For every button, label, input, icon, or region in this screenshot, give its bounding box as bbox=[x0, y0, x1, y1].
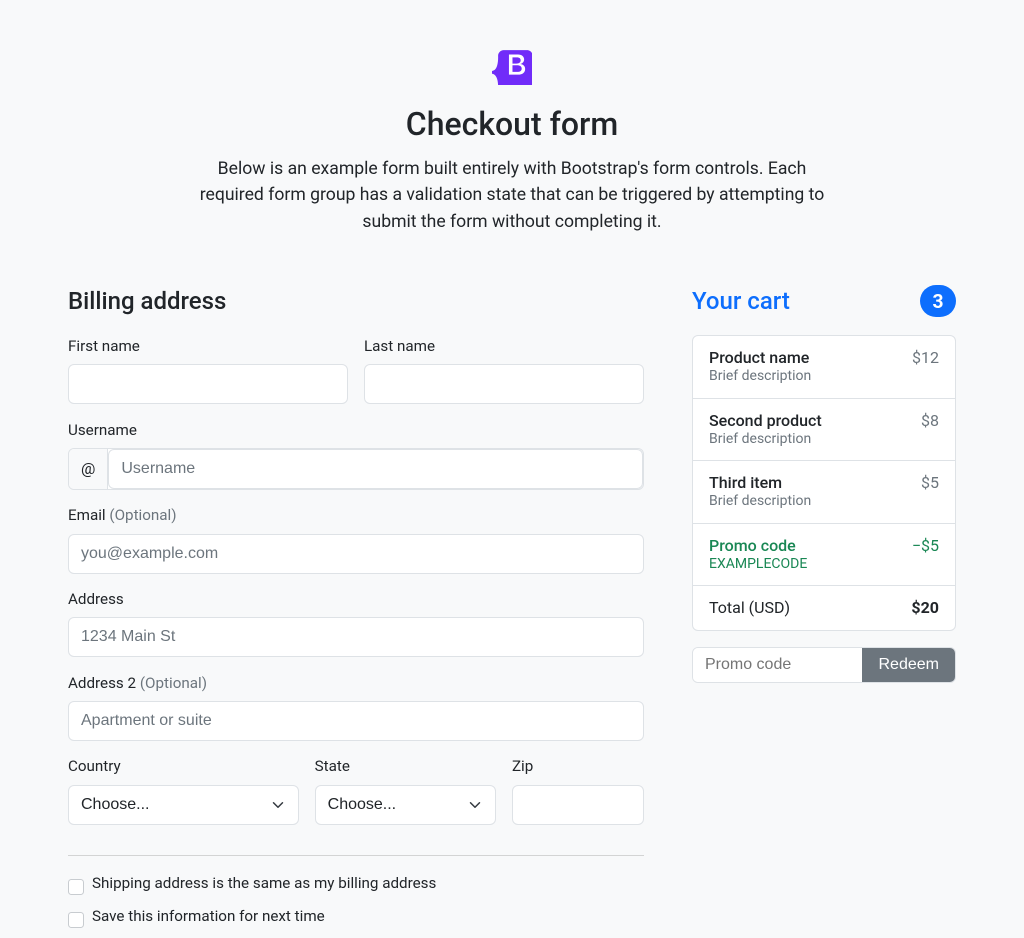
divider bbox=[68, 855, 644, 856]
cart-item-desc: Brief description bbox=[709, 431, 822, 449]
country-select[interactable]: Choose... bbox=[68, 785, 299, 825]
last-name-input[interactable] bbox=[364, 364, 644, 404]
cart-promo-code: EXAMPLECODE bbox=[709, 556, 807, 574]
cart-item-price: $12 bbox=[912, 348, 939, 386]
cart-item: Product name Brief description $12 bbox=[693, 336, 955, 399]
cart-total-row: Total (USD) $20 bbox=[693, 586, 955, 630]
cart-total-label: Total (USD) bbox=[709, 598, 790, 618]
cart-promo-row: Promo code EXAMPLECODE −$5 bbox=[693, 524, 955, 587]
address-label: Address bbox=[68, 588, 644, 611]
cart-item-name: Third item bbox=[709, 473, 811, 493]
email-input[interactable] bbox=[68, 534, 644, 574]
email-label: Email (Optional) bbox=[68, 504, 644, 527]
state-select[interactable]: Choose... bbox=[315, 785, 496, 825]
cart-total-amount: $20 bbox=[911, 598, 939, 618]
email-optional: (Optional) bbox=[109, 506, 176, 524]
cart-promo-amount: −$5 bbox=[912, 536, 939, 574]
cart-count-badge: 3 bbox=[920, 285, 956, 318]
cart-item: Third item Brief description $5 bbox=[693, 461, 955, 524]
redeem-button[interactable]: Redeem bbox=[862, 648, 954, 682]
cart-item-desc: Brief description bbox=[709, 368, 811, 386]
username-prefix: @ bbox=[69, 449, 108, 489]
zip-input[interactable] bbox=[512, 785, 644, 825]
address2-label-text: Address 2 bbox=[68, 674, 136, 692]
billing-form: First name Last name Username @ bbox=[68, 335, 644, 934]
save-info-label: Save this information for next time bbox=[92, 905, 325, 928]
cart-item-price: $8 bbox=[921, 411, 939, 449]
address2-label: Address 2 (Optional) bbox=[68, 672, 644, 695]
billing-title: Billing address bbox=[68, 283, 644, 319]
cart-item-price: $5 bbox=[921, 473, 939, 511]
cart-column: Your cart 3 Product name Brief descripti… bbox=[668, 283, 980, 938]
username-label: Username bbox=[68, 419, 644, 442]
cart-item: Second product Brief description $8 bbox=[693, 399, 955, 462]
page-lead: Below is an example form built entirely … bbox=[192, 156, 832, 235]
cart-title: Your cart bbox=[692, 283, 790, 319]
last-name-label: Last name bbox=[364, 335, 644, 358]
state-label: State bbox=[315, 755, 496, 778]
cart-item-desc: Brief description bbox=[709, 493, 811, 511]
country-label: Country bbox=[68, 755, 299, 778]
cart-list: Product name Brief description $12 Secon… bbox=[692, 335, 956, 631]
address2-optional: (Optional) bbox=[140, 674, 207, 692]
zip-label: Zip bbox=[512, 755, 644, 778]
username-input[interactable] bbox=[108, 449, 643, 489]
cart-promo-label: Promo code bbox=[709, 536, 807, 556]
cart-item-name: Product name bbox=[709, 348, 811, 368]
page-header: Checkout form Below is an example form b… bbox=[44, 0, 980, 283]
address-input[interactable] bbox=[68, 617, 644, 657]
first-name-label: First name bbox=[68, 335, 348, 358]
page-title: Checkout form bbox=[44, 100, 980, 148]
address2-input[interactable] bbox=[68, 701, 644, 741]
same-address-label: Shipping address is the same as my billi… bbox=[92, 872, 436, 895]
cart-item-name: Second product bbox=[709, 411, 822, 431]
bootstrap-logo-icon bbox=[492, 48, 532, 84]
save-info-checkbox[interactable] bbox=[68, 912, 84, 928]
same-address-checkbox[interactable] bbox=[68, 879, 84, 895]
promo-input-group: Redeem bbox=[692, 647, 956, 683]
email-label-text: Email bbox=[68, 506, 106, 524]
billing-column: Billing address First name Last name Use… bbox=[44, 283, 668, 938]
first-name-input[interactable] bbox=[68, 364, 348, 404]
promo-code-input[interactable] bbox=[693, 648, 863, 682]
